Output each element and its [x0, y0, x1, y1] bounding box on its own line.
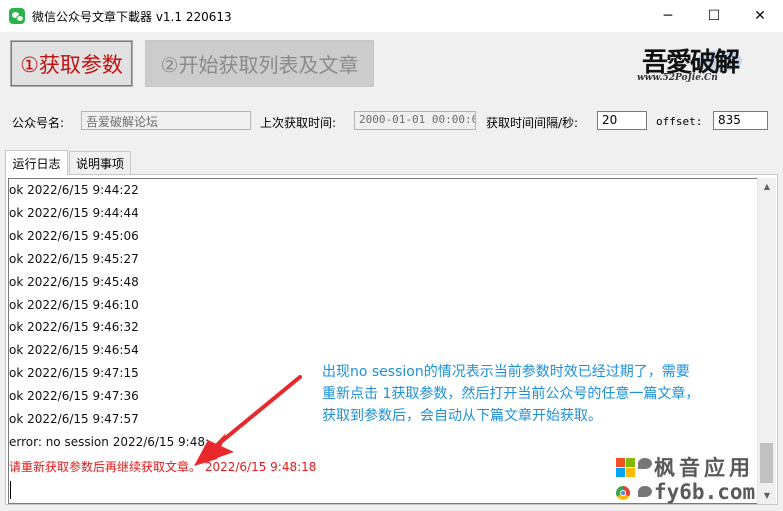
close-button[interactable]: ✕ — [737, 0, 783, 32]
interval-label: 获取时间间隔/秒: — [486, 116, 579, 130]
watermark-line2: fy6b.com — [654, 480, 756, 504]
offset-label: offset: — [656, 115, 703, 128]
windows-logo-icon — [626, 468, 635, 477]
start-fetch-button[interactable]: ②开始获取列表及文章 — [145, 40, 374, 87]
wechat-icon — [9, 8, 25, 24]
scroll-up-icon[interactable]: ▲ — [758, 178, 776, 195]
get-params-button[interactable]: ①获取参数 — [10, 40, 133, 87]
bird-icon — [638, 486, 652, 497]
log-line: ok 2022/6/15 9:44:22 — [9, 183, 139, 197]
windows-logo-icon — [626, 458, 635, 467]
annotation-note: 出现no session的情况表示当前参数时效已经过期了，需要 重新点击 1获取… — [322, 361, 752, 427]
annotation-line: 获取到参数后，会自动从下篇文章开始获取。 — [322, 408, 602, 424]
log-line: ok 2022/6/15 9:47:15 — [9, 366, 139, 381]
annotation-line: 出现no session的情况表示当前参数时效已经过期了，需要 — [322, 364, 690, 380]
annotation-line: 重新点击 1获取参数，然后打开当前公众号的任意一篇文章， — [322, 386, 700, 402]
watermark: 枫音应用 fy6b.com — [614, 452, 779, 508]
account-name-field[interactable]: 吾爱破解论坛 — [81, 111, 251, 130]
maximize-button[interactable]: ☐ — [691, 0, 737, 32]
log-line: ok 2022/6/15 9:46:10 — [9, 297, 139, 312]
account-name-label: 公众号名: — [12, 116, 65, 130]
last-time-label: 上次获取时间: — [260, 116, 337, 130]
site-logo: 吾愛破解 www.52PoJie.Cn — [634, 42, 746, 88]
log-line: ok 2022/6/15 9:46:54 — [9, 343, 139, 358]
bird-icon — [638, 458, 652, 469]
log-line: ok 2022/6/15 9:46:32 — [9, 320, 139, 335]
title-bar: 微信公众号文章下載器 v1.1 220613 ─ ☐ ✕ — [0, 0, 783, 32]
log-line: ok 2022/6/15 9:45:27 — [9, 251, 139, 266]
offset-field[interactable]: 835 — [713, 111, 768, 130]
log-line: ok 2022/6/15 9:47:36 — [9, 389, 139, 404]
log-line-error: 请重新获取参数后再继续获取文章。 2022/6/15 9:48:18 — [9, 459, 317, 474]
minimize-button[interactable]: ─ — [645, 0, 691, 32]
log-line: ok 2022/6/15 9:45:48 — [9, 274, 139, 289]
tab-instructions[interactable]: 说明事项 — [69, 151, 131, 174]
logo-url: www.52PoJie.Cn — [637, 73, 718, 83]
windows-logo-icon — [616, 458, 625, 467]
log-line: ok 2022/6/15 9:47:57 — [9, 412, 139, 426]
tab-run-log[interactable]: 运行日志 — [5, 150, 68, 175]
chrome-icon — [616, 486, 630, 500]
text-caret — [10, 481, 11, 499]
interval-field[interactable]: 20 — [597, 111, 647, 130]
last-time-field[interactable]: 2000-01-01 00:00:00 — [354, 111, 476, 130]
watermark-line1: 枫音应用 — [654, 456, 754, 480]
windows-logo-icon — [616, 468, 625, 477]
window-title: 微信公众号文章下載器 v1.1 220613 — [32, 10, 232, 24]
log-line: ok 2022/6/15 9:44:44 — [9, 205, 139, 220]
log-line: ok 2022/6/15 9:45:06 — [9, 228, 139, 243]
log-line: error: no session 2022/6/15 9:48: — [9, 434, 210, 449]
